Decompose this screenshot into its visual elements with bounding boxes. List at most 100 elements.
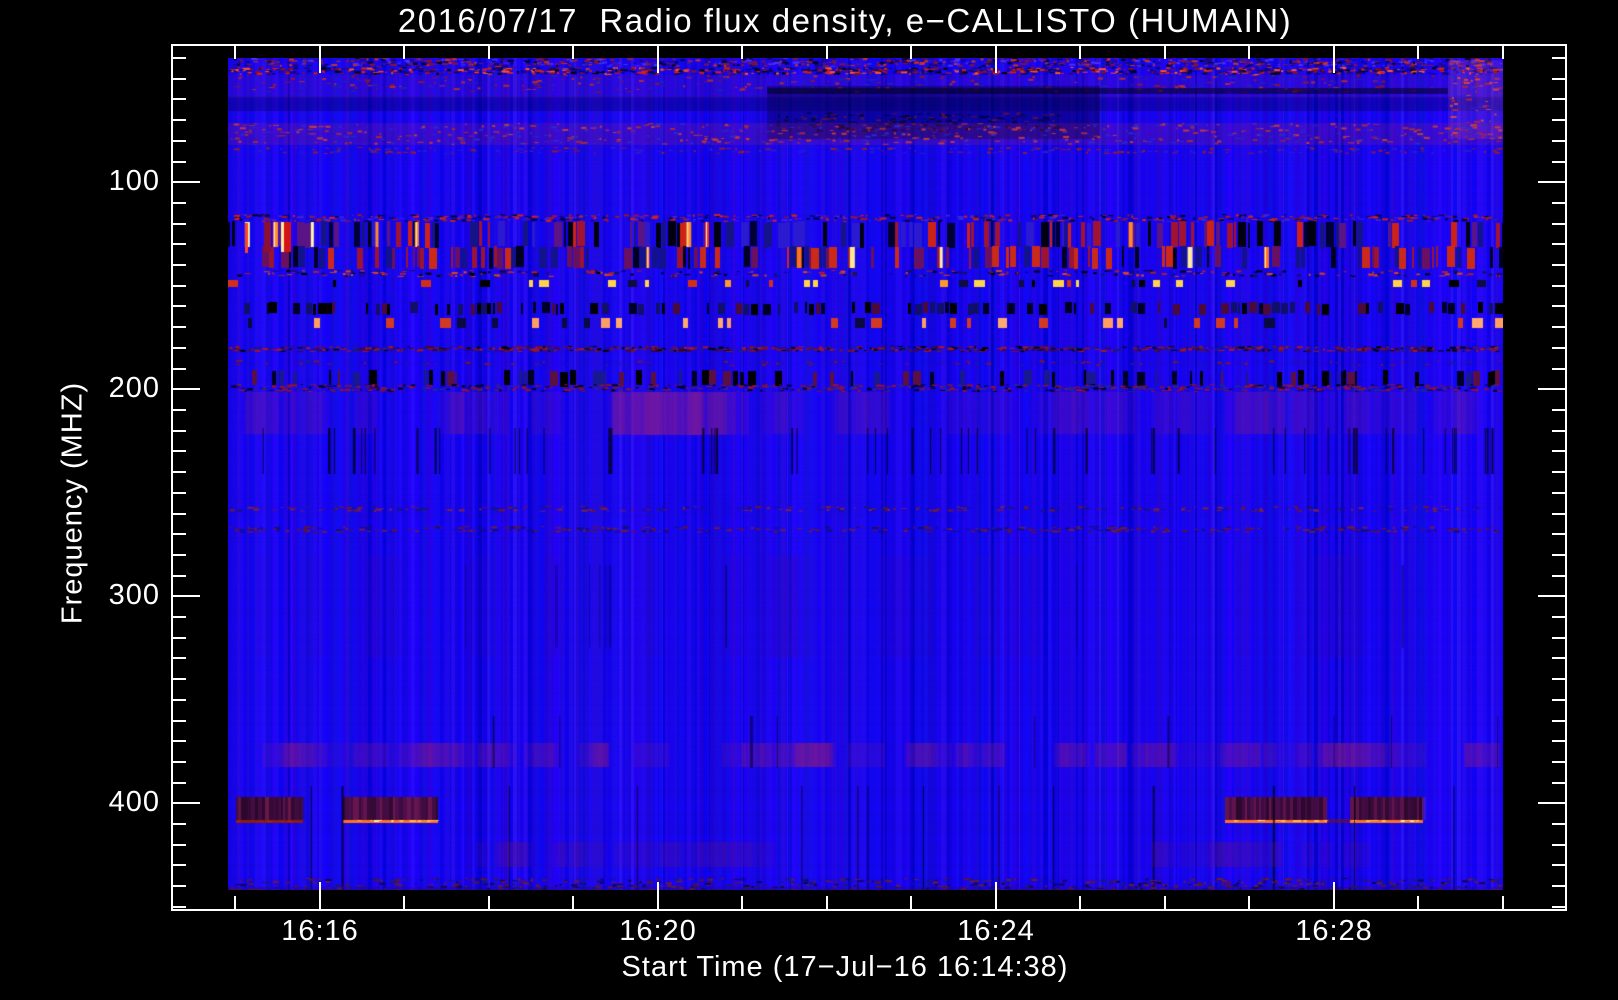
y-tick-mark-right	[1552, 409, 1565, 411]
y-tick-mark	[173, 802, 200, 804]
x-tick-mark	[1417, 896, 1419, 909]
y-tick-mark	[173, 57, 186, 59]
y-tick-mark	[173, 533, 186, 535]
x-tick-mark-top	[1417, 46, 1419, 59]
y-tick-mark-right	[1552, 471, 1565, 473]
x-tick-mark-top	[995, 46, 997, 73]
x-tick-mark	[1164, 896, 1166, 909]
y-tick-mark-right	[1552, 140, 1565, 142]
y-tick-mark-right	[1552, 699, 1565, 701]
y-tick-mark-right	[1552, 223, 1565, 225]
x-axis-title: Start Time (17−Jul−16 16:14:38)	[621, 951, 1069, 983]
y-tick-mark-right	[1552, 844, 1565, 846]
x-tick-label: 16:28	[1295, 915, 1373, 947]
x-tick-mark	[403, 896, 405, 909]
y-tick-mark-right	[1552, 761, 1565, 763]
y-tick-mark-right	[1552, 782, 1565, 784]
y-tick-mark	[173, 388, 200, 390]
y-tick-mark-right	[1552, 57, 1565, 59]
spectrogram-figure: 2016/07/17 Radio flux density, e−CALLIST…	[0, 0, 1618, 1000]
y-tick-mark-right	[1552, 326, 1565, 328]
y-tick-mark	[173, 202, 186, 204]
y-tick-mark-right	[1552, 305, 1565, 307]
x-tick-label: 16:16	[281, 915, 359, 947]
y-tick-mark	[173, 782, 186, 784]
y-tick-mark-right	[1538, 802, 1565, 804]
y-tick-label: 200	[108, 372, 160, 404]
y-tick-mark	[173, 140, 186, 142]
y-tick-mark-right	[1552, 513, 1565, 515]
y-tick-mark	[173, 864, 186, 866]
y-tick-mark	[173, 326, 186, 328]
x-tick-mark	[572, 896, 574, 909]
y-tick-mark	[173, 554, 186, 556]
y-tick-mark	[173, 575, 186, 577]
y-tick-mark	[173, 885, 186, 887]
y-tick-mark	[173, 595, 200, 597]
plot-frame	[171, 44, 1567, 911]
y-tick-mark	[173, 368, 186, 370]
x-tick-mark-top	[234, 46, 236, 59]
y-tick-mark-right	[1552, 554, 1565, 556]
y-tick-mark-right	[1552, 740, 1565, 742]
chart-title: 2016/07/17 Radio flux density, e−CALLIST…	[397, 2, 1293, 39]
x-tick-mark-top	[910, 46, 912, 59]
x-tick-mark-top	[1079, 46, 1081, 59]
y-tick-mark	[173, 347, 186, 349]
x-tick-mark	[1079, 896, 1081, 909]
y-tick-label: 100	[108, 165, 160, 197]
y-tick-mark-right	[1552, 575, 1565, 577]
y-tick-mark-right	[1552, 161, 1565, 163]
x-tick-mark-top	[1248, 46, 1250, 59]
y-tick-mark	[173, 450, 186, 452]
y-tick-mark	[173, 616, 186, 618]
x-tick-mark	[910, 896, 912, 909]
y-tick-mark-right	[1552, 368, 1565, 370]
y-tick-mark	[173, 823, 186, 825]
y-tick-mark	[173, 844, 186, 846]
y-tick-mark	[173, 119, 186, 121]
x-tick-mark-top	[1502, 46, 1504, 59]
x-tick-label: 16:20	[619, 915, 697, 947]
y-tick-mark-right	[1552, 450, 1565, 452]
y-tick-mark-right	[1538, 388, 1565, 390]
y-tick-mark	[173, 471, 186, 473]
x-tick-mark-top	[319, 46, 321, 73]
y-tick-mark-right	[1552, 430, 1565, 432]
y-tick-mark-right	[1538, 181, 1565, 183]
y-tick-mark	[173, 740, 186, 742]
x-tick-mark	[488, 896, 490, 909]
y-tick-mark-right	[1552, 492, 1565, 494]
y-tick-mark-right	[1552, 720, 1565, 722]
y-tick-label: 300	[108, 579, 160, 611]
x-tick-mark-top	[826, 46, 828, 59]
y-tick-mark-right	[1552, 864, 1565, 866]
y-tick-mark-right	[1552, 264, 1565, 266]
y-tick-mark-right	[1552, 678, 1565, 680]
y-tick-mark	[173, 98, 186, 100]
y-tick-label: 400	[108, 786, 160, 818]
y-tick-mark	[173, 243, 186, 245]
y-tick-mark-right	[1552, 533, 1565, 535]
y-tick-mark	[173, 906, 186, 908]
y-tick-mark	[173, 430, 186, 432]
y-tick-mark-right	[1552, 906, 1565, 908]
x-tick-mark-top	[1164, 46, 1166, 59]
x-tick-label: 16:24	[957, 915, 1035, 947]
y-tick-mark-right	[1552, 285, 1565, 287]
x-tick-mark	[319, 882, 321, 909]
x-tick-mark-top	[741, 46, 743, 59]
y-tick-mark-right	[1538, 595, 1565, 597]
y-tick-mark-right	[1552, 98, 1565, 100]
y-tick-mark-right	[1552, 202, 1565, 204]
y-tick-mark-right	[1552, 637, 1565, 639]
y-tick-mark-right	[1552, 657, 1565, 659]
x-tick-mark	[657, 882, 659, 909]
y-tick-mark	[173, 181, 200, 183]
y-tick-mark	[173, 720, 186, 722]
y-tick-mark	[173, 264, 186, 266]
y-tick-mark	[173, 409, 186, 411]
y-tick-mark	[173, 678, 186, 680]
y-tick-mark	[173, 492, 186, 494]
y-tick-mark	[173, 223, 186, 225]
